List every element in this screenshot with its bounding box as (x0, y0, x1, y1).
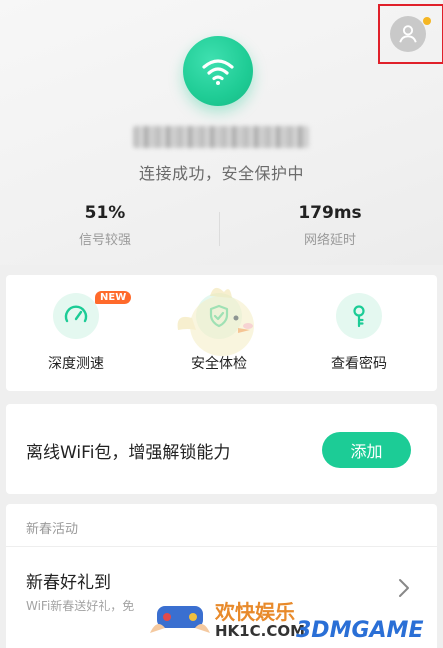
new-badge: NEW (95, 291, 132, 304)
avatar-button[interactable] (390, 16, 426, 52)
game-controller-watermark (150, 606, 210, 633)
offline-package-text: 离线WiFi包，增强解锁能力 (26, 443, 231, 463)
tool-label: 深度测速 (48, 356, 104, 372)
add-offline-button[interactable]: 添加 (322, 432, 411, 468)
signal-stat: 51% 信号较强 (45, 203, 165, 248)
watermark-brand: 3DMGAME (296, 618, 424, 643)
speed-test-icon-wrap (53, 293, 99, 339)
tool-label: 查看密码 (331, 356, 387, 372)
chevron-right-icon[interactable] (398, 578, 410, 598)
offline-package-card: 离线WiFi包，增强解锁能力 添加 (6, 404, 437, 494)
wifi-status-button[interactable] (183, 36, 253, 106)
speed-test-button[interactable]: NEW 深度测速 (21, 291, 132, 373)
connection-status: 连接成功，安全保护中 (138, 164, 304, 183)
events-section-title: 新春活动 (26, 522, 79, 537)
latency-stat: 179ms 网络延时 (270, 203, 390, 248)
speedometer-icon (64, 305, 88, 323)
stat-divider (219, 212, 220, 246)
event-subtitle: WiFi新春送好礼，免 (26, 599, 135, 613)
watermark-url: HK1C.COM (215, 622, 306, 640)
view-password-icon-wrap (336, 293, 382, 339)
avatar-highlight-box[interactable] (378, 4, 443, 64)
notification-dot (423, 17, 431, 25)
signal-label: 信号较强 (78, 233, 131, 248)
view-password-button[interactable]: 查看密码 (304, 293, 414, 373)
mascot-watermark (177, 287, 254, 356)
latency-label: 网络延时 (303, 233, 356, 248)
signal-value: 51% (84, 203, 126, 223)
network-name-blurred (133, 126, 309, 148)
user-icon (399, 25, 417, 43)
key-icon (353, 305, 365, 328)
event-title[interactable]: 新春好礼到 (26, 568, 111, 593)
wifi-icon (202, 59, 234, 85)
events-divider (6, 546, 437, 547)
watermark-text: 欢快娱乐 (215, 600, 295, 624)
latency-value: 179ms (298, 203, 362, 223)
